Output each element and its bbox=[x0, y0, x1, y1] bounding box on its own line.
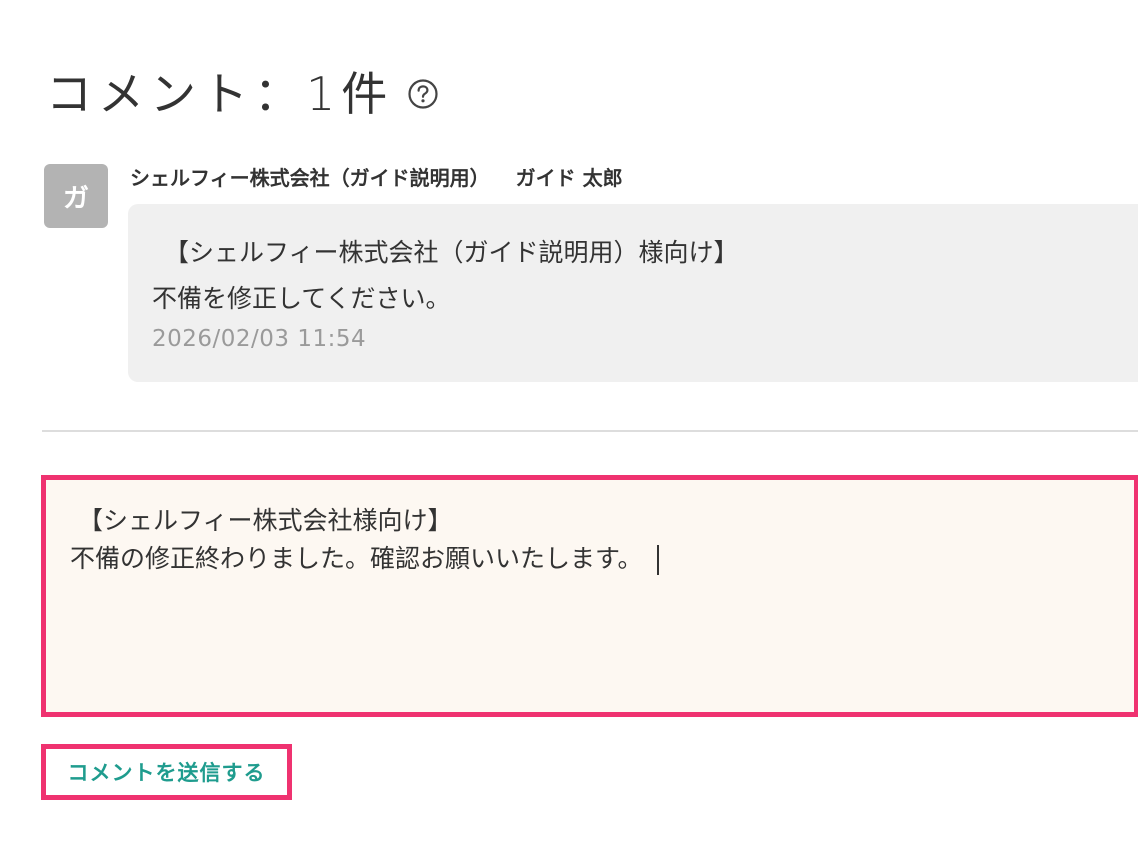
page-title: コメント：1件 bbox=[46, 67, 394, 121]
comment-input-text: 不備の修正終わりました。確認お願いいたします。 bbox=[70, 544, 643, 573]
submit-comment-label: コメントを送信する bbox=[67, 761, 266, 785]
comment-input-line: 不備の修正終わりました。確認お願いいたします。 bbox=[70, 540, 1134, 578]
comment-body-line: 不備を修正してください。 bbox=[152, 284, 451, 313]
text-caret bbox=[656, 545, 659, 575]
help-circle-icon[interactable] bbox=[407, 78, 439, 110]
comments-heading: コメント：1件 bbox=[46, 66, 439, 122]
comment-input-line: 【シェルフィー株式会社様向け】 bbox=[78, 506, 453, 535]
submit-comment-button[interactable]: コメントを送信する bbox=[41, 744, 292, 800]
comment-bubble: 【シェルフィー株式会社（ガイド説明用）様向け】 不備を修正してください。 202… bbox=[128, 204, 1138, 382]
author-name: ガイド 太郎 bbox=[515, 166, 623, 190]
divider bbox=[42, 430, 1138, 432]
comment-body-line: 【シェルフィー株式会社（ガイド説明用）様向け】 bbox=[164, 238, 739, 267]
comment-timestamp: 2026/02/03 11:54 bbox=[152, 326, 367, 352]
comment-input[interactable]: 【シェルフィー株式会社様向け】 不備の修正終わりました。確認お願いいたします。 bbox=[41, 475, 1138, 717]
avatar: ガ bbox=[44, 164, 108, 228]
author-company: シェルフィー株式会社（ガイド説明用） bbox=[130, 166, 490, 190]
comments-page: コメント：1件 ガ シェルフィー株式会社（ガイド説明用） ガイド 太郎 【シェルフ… bbox=[0, 0, 1138, 842]
comment-author: シェルフィー株式会社（ガイド説明用） ガイド 太郎 bbox=[130, 162, 623, 191]
